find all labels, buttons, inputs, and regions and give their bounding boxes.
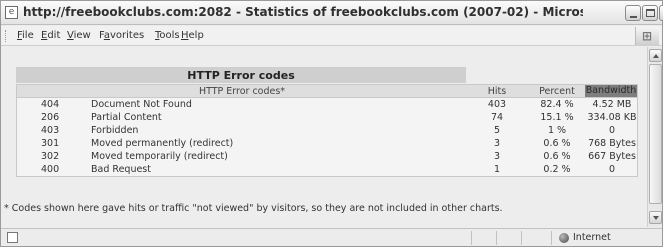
toolbar-grip[interactable] [5,30,8,42]
row-code: 206 [41,112,60,123]
menu-help[interactable]: Help [181,30,204,41]
row-percent: 82.4 % [540,99,574,110]
browser-window: e http://freebookclubs.com:2082 - Statis… [0,0,663,247]
arrow-up-icon [653,54,659,58]
menu-file[interactable]: File [17,30,34,41]
menu-bar: File Edit View Favorites Tools Help ⊞ [1,26,662,46]
row-bandwidth: 768 Bytes [588,138,636,149]
table-header: HTTP Error codes* Hits Percent Bandwidth [17,85,637,98]
table-row: 301 Moved permanently (redirect) 3 0.6 %… [17,137,637,150]
row-hits: 3 [493,151,501,162]
error-codes-table: HTTP Error codes* Hits Percent Bandwidth… [16,84,638,177]
section-caption-bar: HTTP Error codes [16,67,466,83]
ie-page-icon: e [5,6,18,19]
menu-favorites[interactable]: Favorites [99,30,144,41]
row-hits: 3 [493,138,501,149]
row-percent: 15.1 % [540,112,574,123]
row-hits: 5 [493,125,501,136]
close-button[interactable] [659,5,663,21]
minimize-button[interactable] [625,5,641,21]
scroll-thumb[interactable] [649,64,662,204]
windows-logo-icon: ⊞ [642,29,653,43]
menu-view-label: iew [73,30,91,41]
row-bandwidth: 0 [608,164,616,175]
menu-edit[interactable]: Edit [41,30,60,41]
table-row: 400 Bad Request 1 0.2 % 0 [17,163,637,176]
status-bar: Internet [1,228,662,246]
menu-view-mnemonic: V [67,30,74,41]
title-bar[interactable]: e http://freebookclubs.com:2082 - Statis… [1,1,663,25]
menu-tools[interactable]: Tools [155,30,180,41]
row-hits: 403 [487,99,507,110]
vertical-scrollbar[interactable] [647,47,662,227]
row-description: Partial Content [91,112,162,123]
header-hits: Hits [487,86,507,97]
table-row: 404 Document Not Found 403 82.4 % 4.52 M… [17,98,637,111]
row-description: Bad Request [91,164,151,175]
row-bandwidth: 4.52 MB [592,99,632,110]
menu-tools-label: ools [159,30,180,41]
row-description: Document Not Found [91,99,192,110]
row-code: 403 [41,125,60,136]
maximize-button[interactable] [642,5,658,21]
row-code: 301 [41,138,60,149]
menu-view[interactable]: View [67,30,91,41]
header-bandwidth: Bandwidth [585,85,637,97]
header-codes: HTTP Error codes* [198,86,286,97]
header-percent: Percent [539,86,575,97]
page-content: HTTP Error codes HTTP Error codes* Hits … [2,47,647,227]
arrow-down-icon [653,216,659,220]
security-zone-label: Internet [573,232,611,243]
row-percent: 0.6 % [543,138,571,149]
status-separator [496,231,497,245]
row-percent: 0.2 % [543,164,571,175]
menu-help-label: elp [188,30,204,41]
row-bandwidth: 0 [608,125,616,136]
row-hits: 1 [493,164,501,175]
menu-favorites-label: vorites [109,30,145,41]
row-percent: 1 % [547,125,567,136]
row-bandwidth: 334.08 KB [587,112,637,123]
minimize-icon [630,16,637,18]
row-description: Moved permanently (redirect) [91,138,234,149]
row-hits: 74 [490,112,504,123]
status-separator [471,231,472,245]
footnote: * Codes shown here gave hits or traffic … [4,203,503,214]
menu-file-label: ile [22,30,34,41]
row-percent: 0.6 % [543,151,571,162]
internet-zone-icon [559,233,569,243]
row-description: Forbidden [91,125,139,136]
table-row: 403 Forbidden 5 1 % 0 [17,124,637,137]
scroll-up-button[interactable] [649,49,662,62]
row-code: 404 [41,99,60,110]
row-bandwidth: 667 Bytes [588,151,636,162]
menu-edit-label: dit [47,30,61,41]
scroll-down-button[interactable] [649,211,662,224]
maximize-icon [646,9,655,17]
menu-help-mnemonic: H [181,30,189,41]
throbber: ⊞ [635,27,659,45]
page-status-icon [7,232,18,243]
window-title: http://freebookclubs.com:2082 - Statisti… [23,5,583,19]
section-title: HTTP Error codes [187,69,295,82]
row-code: 302 [41,151,60,162]
row-description: Moved temporarily (redirect) [91,151,228,162]
table-row: 302 Moved temporarily (redirect) 3 0.6 %… [17,150,637,163]
status-separator [551,231,552,245]
table-row: 206 Partial Content 74 15.1 % 334.08 KB [17,111,637,124]
row-code: 400 [41,164,60,175]
status-separator [521,231,522,245]
